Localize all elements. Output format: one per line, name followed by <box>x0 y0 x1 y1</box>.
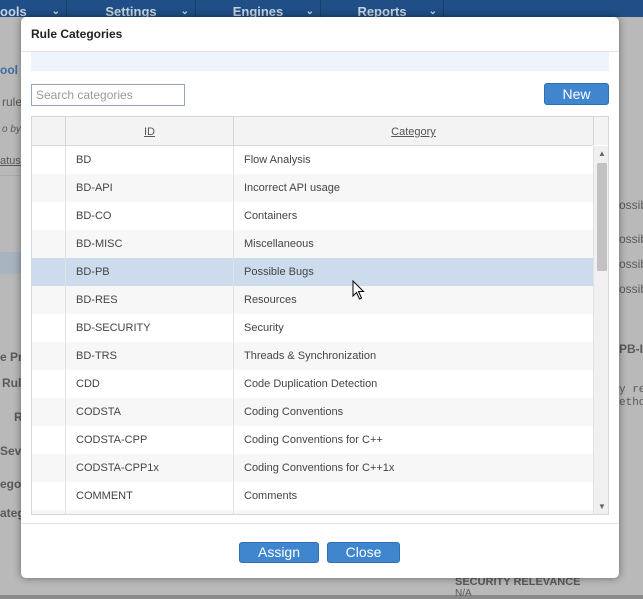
grid-scrollbar[interactable]: ▲ ▼ <box>593 146 608 514</box>
cell-id: CODSTA-CPP1x <box>76 462 159 474</box>
nav-engines-label: Engines <box>232 4 284 17</box>
cell-id: COMMENT <box>76 490 133 502</box>
bg-fragment: ossib <box>619 232 643 246</box>
cell-id: BD-PB <box>76 266 110 278</box>
bg-fragment: e Pr <box>0 350 23 364</box>
column-line <box>233 146 234 514</box>
nav-tools: ools ⌄ <box>0 0 67 17</box>
cell-id: CODSTA <box>76 406 122 418</box>
footer-divider <box>21 523 619 524</box>
column-header-category[interactable]: Category <box>234 117 593 145</box>
new-button[interactable]: New <box>544 83 609 105</box>
table-row[interactable]: CODSTA-CPP Coding Conventions for C++ <box>32 426 593 454</box>
cell-id: CODSTA-CPP <box>76 434 148 446</box>
cell-category: Miscellaneous <box>244 238 314 250</box>
nav-settings: Settings ⌄ <box>67 0 196 17</box>
table-row[interactable]: CDD Code Duplication Detection <box>32 370 593 398</box>
cell-id: BD-SECURITY <box>76 322 151 334</box>
chevron-down-icon: ⌄ <box>180 6 189 17</box>
categories-grid: ID Category BD Flow Analysis BD-API Incorre… <box>31 116 609 515</box>
top-nav: ools ⌄ Settings ⌄ Engines ⌄ Reports ⌄ <box>0 0 643 17</box>
scroll-down-icon[interactable]: ▼ <box>594 501 608 513</box>
cell-category: Security <box>244 322 284 334</box>
cell-id: CDD <box>76 378 100 390</box>
scroll-thumb[interactable] <box>597 163 607 271</box>
bg-fragment: N/A <box>455 588 472 599</box>
table-row[interactable]: BD-TRS Threads & Synchronization <box>32 342 593 370</box>
table-row[interactable]: BD-API Incorrect API usage <box>32 174 593 202</box>
info-band <box>31 52 609 71</box>
dialog-header: Rule Categories <box>21 17 619 52</box>
bg-fragment: ossib <box>619 198 643 212</box>
nav-reports-label: Reports <box>357 4 407 17</box>
column-line <box>65 146 66 514</box>
column-header-id[interactable]: ID <box>66 117 233 145</box>
cell-id: BD-RES <box>76 294 118 306</box>
mouse-cursor-icon <box>352 280 365 300</box>
table-row[interactable]: BD-PB Possible Bugs <box>32 258 593 286</box>
bg-fragment: Rul <box>2 376 22 390</box>
chevron-down-icon: ⌄ <box>305 6 314 17</box>
search-categories-input[interactable] <box>31 84 185 106</box>
bg-fragment: ossib <box>619 257 643 271</box>
column-separator <box>65 117 66 145</box>
close-button[interactable]: Close <box>327 542 400 563</box>
bg-fragment: y re <box>619 384 643 396</box>
cell-category: Code Duplication Detection <box>244 378 378 390</box>
bg-fragment: etho <box>619 397 643 409</box>
bg-fragment: o by <box>2 124 21 135</box>
table-row[interactable]: CODSTA-CPP1x Coding Conventions for C++1x <box>32 454 593 482</box>
assign-button[interactable]: Assign <box>239 542 319 563</box>
cell-id: BD <box>76 154 92 166</box>
nav-settings-label: Settings <box>105 4 157 17</box>
table-row[interactable]: COMMENT Comments <box>32 482 593 510</box>
table-row[interactable]: BD-SECURITY Security <box>32 314 593 342</box>
scroll-up-icon[interactable]: ▲ <box>594 148 608 160</box>
cell-category: Possible Bugs <box>244 266 314 278</box>
bg-fragment: Sev <box>0 444 22 458</box>
cell-category: Threads & Synchronization <box>244 350 377 362</box>
cell-category: Coding Conventions <box>244 406 344 418</box>
cell-category: Coding Conventions for C++ <box>244 434 383 446</box>
cell-id: BD-MISC <box>76 238 123 250</box>
cell-category: Incorrect API usage <box>244 182 340 194</box>
table-row[interactable]: BD-RES Resources <box>32 286 593 314</box>
cell-id: BD-TRS <box>76 350 117 362</box>
nav-tools-label: ools <box>0 4 27 17</box>
cell-category: Coding Conventions for C++1x <box>244 462 395 474</box>
cell-category: Comments <box>244 490 298 502</box>
cell-id: BD-CO <box>76 210 112 222</box>
bg-fragment: ossib <box>619 282 643 296</box>
bg-fragment: rule <box>2 95 23 109</box>
cell-category: Flow Analysis <box>244 154 311 166</box>
chevron-down-icon: ⌄ <box>51 6 60 17</box>
table-row[interactable] <box>32 510 593 514</box>
table-row[interactable]: BD-CO Containers <box>32 202 593 230</box>
nav-reports: Reports ⌄ <box>321 0 444 17</box>
cell-category: Containers <box>244 210 298 222</box>
chevron-down-icon: ⌄ <box>428 6 437 17</box>
rule-categories-dialog: Rule Categories New ID Category BD Flow A… <box>21 17 619 578</box>
grid-header: ID Category <box>32 117 593 146</box>
table-row[interactable]: BD-MISC Miscellaneous <box>32 230 593 258</box>
grid-header-corner <box>593 117 608 145</box>
bg-fragment: atus <box>0 155 21 167</box>
bg-fragment: PB-IN <box>619 342 643 356</box>
cell-id: BD-API <box>76 182 113 194</box>
grid-rows: BD Flow Analysis BD-API Incorrect API usage… <box>32 146 593 514</box>
cell-category: Resources <box>244 294 297 306</box>
nav-engines: Engines ⌄ <box>196 0 321 17</box>
dialog-title: Rule Categories <box>31 27 123 41</box>
table-row[interactable]: BD Flow Analysis <box>32 146 593 174</box>
table-row[interactable]: CODSTA Coding Conventions <box>32 398 593 426</box>
